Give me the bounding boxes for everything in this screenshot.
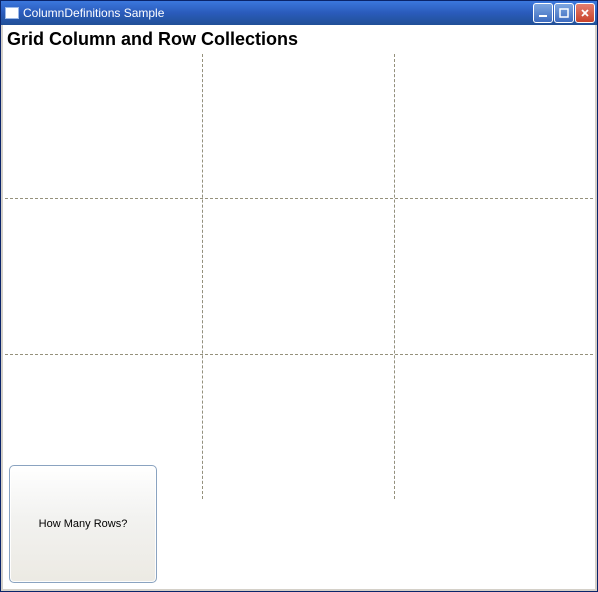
app-window: ColumnDefinitions Sample Grid Column and… <box>0 0 598 592</box>
app-window-icon <box>5 7 19 19</box>
maximize-icon <box>559 8 569 18</box>
close-button[interactable] <box>575 3 595 23</box>
grid-column-divider <box>394 54 395 499</box>
grid-row-divider <box>5 198 593 199</box>
maximize-button[interactable] <box>554 3 574 23</box>
minimize-button[interactable] <box>533 3 553 23</box>
grid-row-divider <box>5 354 593 355</box>
how-many-rows-button[interactable]: How Many Rows? <box>9 465 157 583</box>
button-panel: How Many Rows? <box>9 465 157 583</box>
titlebar[interactable]: ColumnDefinitions Sample <box>1 1 597 25</box>
window-control-buttons <box>533 3 595 23</box>
grid-column-divider <box>202 54 203 499</box>
close-icon <box>580 8 590 18</box>
minimize-icon <box>538 8 548 18</box>
client-area: Grid Column and Row Collections How Many… <box>1 25 597 591</box>
page-title: Grid Column and Row Collections <box>3 25 595 54</box>
button-label: How Many Rows? <box>39 518 128 530</box>
window-title: ColumnDefinitions Sample <box>23 6 533 20</box>
